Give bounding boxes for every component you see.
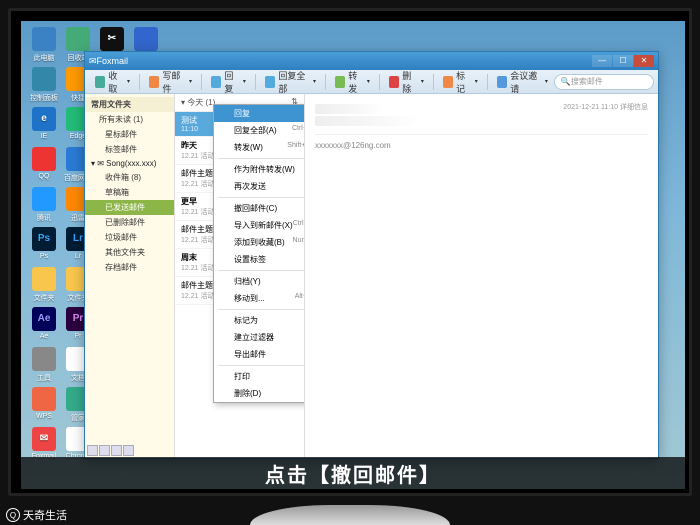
sidebar-item[interactable]: 所有未读 (1)	[85, 112, 174, 127]
desktop-icon[interactable]: QQ	[27, 147, 61, 180]
sidebar-item[interactable]: 标签邮件	[85, 142, 174, 157]
context-menu-item[interactable]: 转发(W)Shift+W	[214, 139, 305, 156]
folder-sidebar: 常用文件夹 所有未读 (1)星标邮件标签邮件 ▾ ✉ Song(xxx.xxx)…	[85, 94, 175, 458]
toolbar-button[interactable]: 删除 ▾	[383, 72, 430, 92]
sidebar-folder[interactable]: 已删除邮件	[85, 215, 174, 230]
context-menu-item[interactable]: 回复	[214, 105, 305, 122]
monitor-frame: 此电脑回收站✂剪映网络控制面板快捷eIEEdgeQQ百度网盘腾讯迅雷PsPsLr…	[8, 8, 692, 496]
tutorial-caption: 点击【撤回邮件】	[21, 457, 685, 489]
context-menu-item[interactable]: 删除(D)	[214, 385, 305, 402]
titlebar[interactable]: ✉ Foxmail — ☐ ✕	[85, 52, 658, 70]
mail-preview: 2021-12-21 11:10 详细信息 xxxxxxx@126ng.com	[305, 94, 658, 458]
desktop[interactable]: 此电脑回收站✂剪映网络控制面板快捷eIEEdgeQQ百度网盘腾讯迅雷PsPsLr…	[21, 21, 685, 489]
sidebar-folder[interactable]: 其他文件夹	[85, 245, 174, 260]
context-menu: 回复回复全部(A)Ctrl+R转发(W)Shift+W 作为附件转发(W)再次发送…	[213, 104, 305, 403]
desktop-icon[interactable]: eIE	[27, 107, 61, 140]
desktop-icon[interactable]: 腾讯	[27, 187, 61, 223]
desktop-icon[interactable]: 工具	[27, 347, 61, 383]
minimize-button[interactable]: —	[592, 55, 612, 67]
desktop-icon[interactable]: 此电脑	[27, 27, 61, 63]
desktop-icon[interactable]: PsPs	[27, 227, 61, 260]
foxmail-window: ✉ Foxmail — ☐ ✕ 收取 ▾ 写邮件 ▾ 回复 ▾ 回复全部 ▾ 转发 ▾ 删…	[84, 51, 659, 459]
context-menu-item[interactable]: 撤回邮件(C)	[214, 200, 305, 217]
mail-from: xxxxxxx@126ng.com	[315, 141, 648, 150]
sidebar-folder[interactable]: 已发送邮件	[85, 200, 174, 215]
close-button[interactable]: ✕	[634, 55, 654, 67]
desktop-icon[interactable]: 控制面板	[27, 67, 61, 103]
desktop-icon[interactable]: AeAe	[27, 307, 61, 340]
desktop-icon[interactable]: ✉Foxmail	[27, 427, 61, 460]
mail-icon: ✉	[89, 56, 97, 67]
context-menu-item[interactable]: 标记为›	[214, 312, 305, 329]
context-menu-item[interactable]: 导出邮件	[214, 346, 305, 363]
toolbar-button[interactable]: 收取 ▾	[89, 72, 136, 92]
toolbar: 收取 ▾ 写邮件 ▾ 回复 ▾ 回复全部 ▾ 转发 ▾ 删除 ▾ 标记 ▾ 会议邀请 ▾🔍 搜…	[85, 70, 658, 94]
window-title: Foxmail	[97, 56, 129, 66]
brand-watermark: Q天奇生活	[6, 507, 67, 523]
toolbar-button[interactable]: 写邮件 ▾	[143, 72, 198, 92]
context-menu-item[interactable]: 归档(Y)	[214, 273, 305, 290]
toolbar-button[interactable]: 会议邀请 ▾	[491, 72, 554, 92]
sidebar-folder[interactable]: 草稿箱	[85, 185, 174, 200]
context-menu-item[interactable]: 打印	[214, 368, 305, 385]
desktop-icon[interactable]: 文件夹	[27, 267, 61, 303]
sidebar-folder[interactable]: 存档邮件	[85, 260, 174, 275]
context-menu-item[interactable]: 导入到新邮件(X)Ctrl+U	[214, 217, 305, 234]
context-menu-item[interactable]: 回复全部(A)Ctrl+R	[214, 122, 305, 139]
sidebar-folder[interactable]: 收件箱 (8)	[85, 170, 174, 185]
sidebar-item[interactable]: 星标邮件	[85, 127, 174, 142]
sidebar-header: 常用文件夹	[85, 97, 174, 112]
desktop-icon[interactable]: WPS	[27, 387, 61, 420]
mail-list: ▾ 今天 (1)⇅ 测试11:10 昨天12-2112.21 活动-双旦嘉年华邮…	[175, 94, 305, 458]
account-node[interactable]: ▾ ✉ Song(xxx.xxx)	[85, 157, 174, 170]
context-menu-item[interactable]: 建立过滤器	[214, 329, 305, 346]
sidebar-view-tabs[interactable]	[87, 445, 134, 456]
context-menu-item[interactable]: 作为附件转发(W)	[214, 161, 305, 178]
context-menu-item[interactable]: 再次发送	[214, 178, 305, 195]
maximize-button[interactable]: ☐	[613, 55, 633, 67]
context-menu-item[interactable]: 移动到...Alt+N	[214, 290, 305, 307]
toolbar-button[interactable]: 回复 ▾	[205, 72, 252, 92]
toolbar-button[interactable]: 回复全部 ▾	[259, 72, 322, 92]
mail-meta: 2021-12-21 11:10 详细信息	[563, 102, 648, 112]
toolbar-button[interactable]: 标记 ▾	[437, 72, 484, 92]
toolbar-button[interactable]: 转发 ▾	[329, 72, 376, 92]
context-menu-item[interactable]: 添加到收藏(B)Num *	[214, 234, 305, 251]
sidebar-folder[interactable]: 垃圾邮件	[85, 230, 174, 245]
context-menu-item[interactable]: 设置标签›	[214, 251, 305, 268]
search-input[interactable]: 🔍 搜索邮件	[554, 74, 654, 90]
